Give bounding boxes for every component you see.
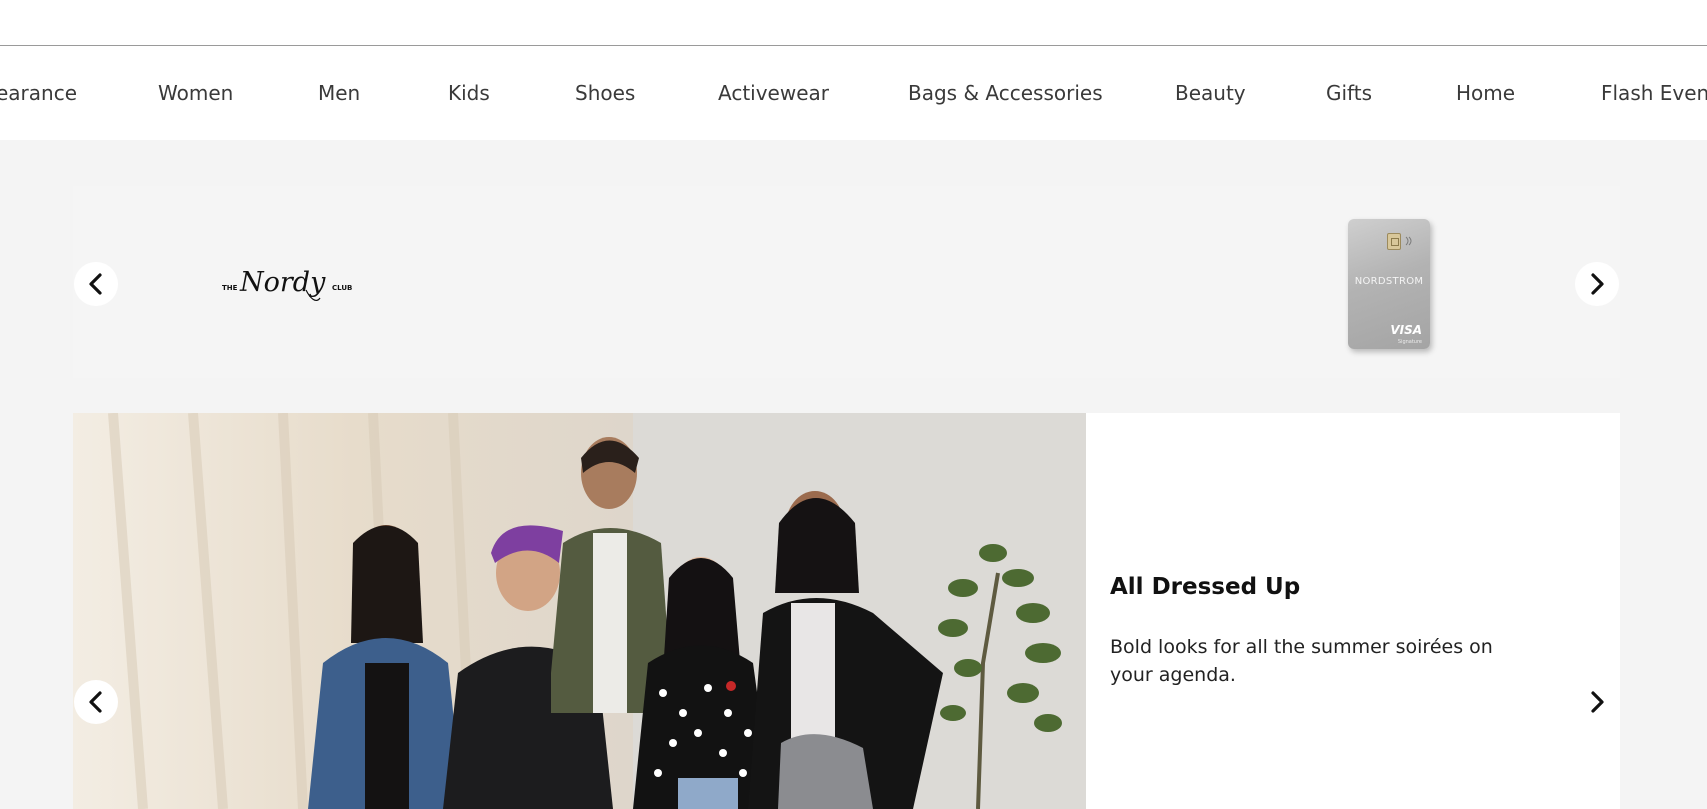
- promo-next-button[interactable]: [1575, 262, 1619, 306]
- chevron-left-icon: [89, 691, 102, 713]
- nav-item-kids[interactable]: Kids: [448, 46, 490, 140]
- svg-text:THE: THE: [222, 284, 238, 292]
- nav-item-men[interactable]: Men: [318, 46, 360, 140]
- nav-item-flash-events[interactable]: Flash Events: [1601, 46, 1707, 140]
- svg-text:CLUB: CLUB: [332, 284, 352, 292]
- nav-item-gifts[interactable]: Gifts: [1326, 46, 1372, 140]
- group-portrait-image: [73, 413, 1086, 809]
- nav-item-women[interactable]: Women: [158, 46, 233, 140]
- nav-item-clearance[interactable]: earance: [0, 46, 77, 140]
- nav-item-beauty[interactable]: Beauty: [1175, 46, 1246, 140]
- nav-item-shoes[interactable]: Shoes: [575, 46, 635, 140]
- contactless-icon: [1405, 236, 1412, 246]
- nav-item-home[interactable]: Home: [1456, 46, 1515, 140]
- card-chip-icon: [1387, 233, 1401, 250]
- chevron-right-icon: [1591, 691, 1604, 713]
- feature-carousel: All Dressed Up Bold looks for all the su…: [73, 413, 1620, 809]
- chevron-right-icon: [1591, 273, 1604, 295]
- promo-prev-button[interactable]: [74, 262, 118, 306]
- nordy-club-promo-banner[interactable]: THE Nordy CLUB NORDSTROM VISA Signature: [73, 186, 1620, 378]
- chevron-left-icon: [89, 273, 102, 295]
- feature-copy: All Dressed Up Bold looks for all the su…: [1110, 413, 1510, 809]
- nav-item-activewear[interactable]: Activewear: [718, 46, 829, 140]
- nordy-club-logo: THE Nordy CLUB: [222, 267, 352, 302]
- visa-signature-text: Signature: [1397, 339, 1422, 345]
- nav-item-bags-accessories[interactable]: Bags & Accessories: [908, 46, 1103, 140]
- category-nav: earance Women Men Kids Shoes Activewear …: [0, 46, 1707, 140]
- feature-next-button[interactable]: [1575, 680, 1619, 724]
- svg-text:Nordy: Nordy: [239, 267, 326, 298]
- nordstrom-visa-card: NORDSTROM VISA Signature: [1348, 219, 1430, 349]
- feature-photo[interactable]: [73, 413, 1086, 809]
- top-header-bar: [0, 0, 1707, 46]
- feature-title[interactable]: All Dressed Up: [1110, 574, 1300, 600]
- feature-prev-button[interactable]: [74, 680, 118, 724]
- visa-logo: VISA: [1390, 323, 1422, 337]
- card-brand-text: NORDSTROM: [1354, 276, 1424, 287]
- feature-description: Bold looks for all the summer soirées on…: [1110, 636, 1493, 686]
